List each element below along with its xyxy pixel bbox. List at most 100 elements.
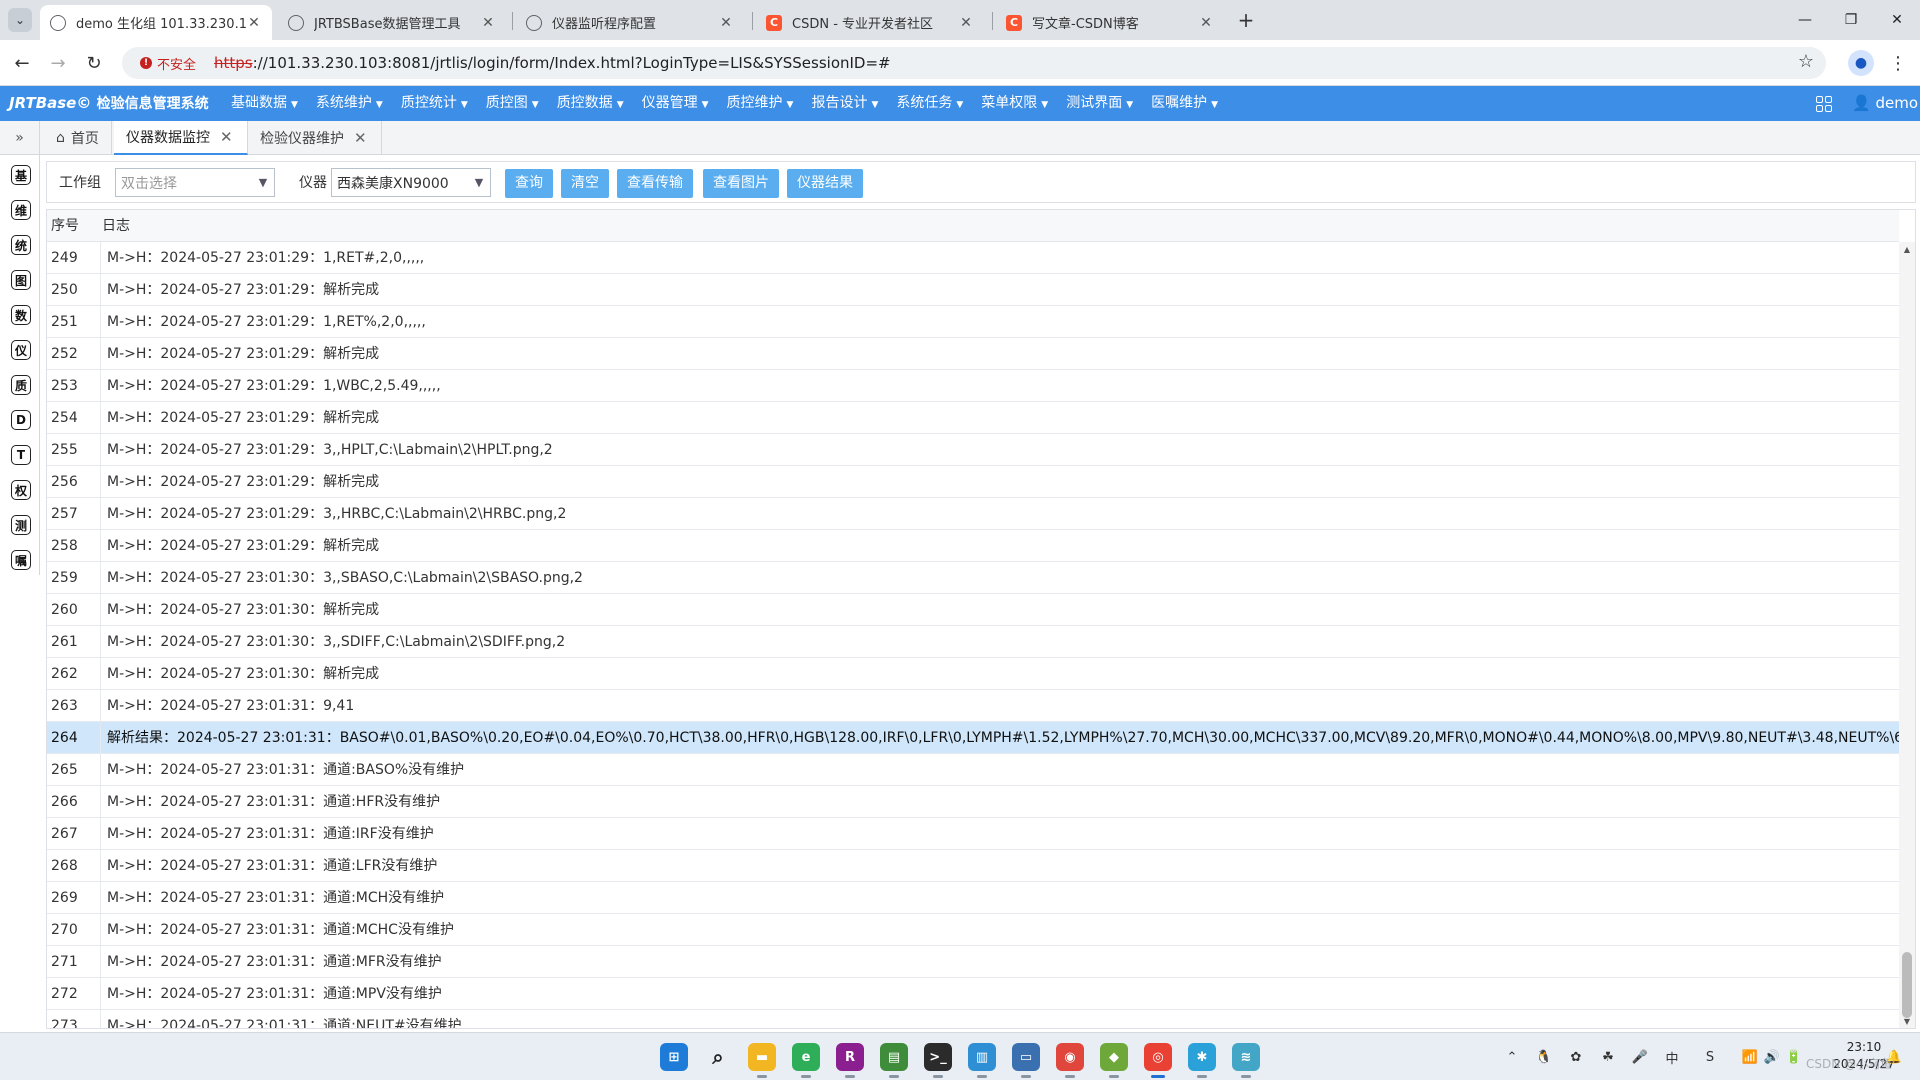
new-tab-button[interactable]: + — [1232, 6, 1260, 34]
rail-button-0[interactable]: 基 — [11, 165, 31, 185]
omnibox[interactable]: ! 不安全 https://101.33.230.103:8081/jrtlis… — [122, 47, 1826, 79]
rail-button-7[interactable]: D — [11, 410, 31, 430]
network-app-icon[interactable]: ≋ — [1232, 1043, 1260, 1078]
menu-item-7[interactable]: 报告设计 ▼ — [802, 86, 887, 121]
vscode-icon[interactable]: ✱ — [1188, 1043, 1216, 1078]
tab-instrument-maintenance[interactable]: 检验仪器维护 ✕ — [248, 121, 382, 155]
log-row[interactable]: 267 M->H：2024-05-27 23:01:31：通道:IRF没有维护 — [47, 818, 1899, 850]
bookmark-star-icon[interactable]: ☆ — [1798, 51, 1814, 72]
restore-button[interactable]: ❐ — [1828, 0, 1874, 40]
close-icon[interactable]: ✕ — [220, 128, 233, 146]
back-button[interactable]: ← — [10, 51, 34, 75]
log-row[interactable]: 271 M->H：2024-05-27 23:01:31：通道:MFR没有维护 — [47, 946, 1899, 978]
menu-item-4[interactable]: 质控数据 ▼ — [548, 86, 633, 121]
log-row[interactable]: 249 M->H：2024-05-27 23:01:29：1,RET#,2,0,,… — [47, 242, 1899, 274]
rail-button-4[interactable]: 数 — [11, 305, 31, 325]
instrument-select[interactable]: 西森美康XN9000 ▼ — [331, 168, 491, 197]
log-row[interactable]: 258 M->H：2024-05-27 23:01:29：解析完成 — [47, 530, 1899, 562]
browser-tab-jrtbsbase[interactable]: JRTBSBase数据管理工具 ✕ — [278, 5, 506, 40]
instrument-results-button[interactable]: 仪器结果 — [787, 169, 863, 198]
browser-tab-csdn[interactable]: C CSDN - 专业开发者社区 ✕ — [756, 5, 984, 40]
tray-app-icon[interactable]: ✿ — [1566, 1047, 1586, 1067]
log-row[interactable]: 262 M->H：2024-05-27 23:01:30：解析完成 — [47, 658, 1899, 690]
clear-button[interactable]: 清空 — [561, 169, 609, 198]
log-row[interactable]: 261 M->H：2024-05-27 23:01:30：3,,SDIFF,C:\… — [47, 626, 1899, 658]
log-row[interactable]: 264 解析结果：2024-05-27 23:01:31：BASO#\0.01,B… — [47, 722, 1899, 754]
log-row[interactable]: 251 M->H：2024-05-27 23:01:29：1,RET%,2,0,,… — [47, 306, 1899, 338]
log-row[interactable]: 263 M->H：2024-05-27 23:01:31：9,41 — [47, 690, 1899, 722]
user-menu[interactable]: 👤 demo — [1852, 86, 1918, 121]
log-row[interactable]: 255 M->H：2024-05-27 23:01:29：3,,HPLT,C:\L… — [47, 434, 1899, 466]
volume-icon[interactable]: 🔊 — [1762, 1047, 1782, 1067]
security-chip[interactable]: ! 不安全 — [132, 51, 204, 75]
log-row[interactable]: 253 M->H：2024-05-27 23:01:29：1,WBC,2,5.49… — [47, 370, 1899, 402]
log-row[interactable]: 252 M->H：2024-05-27 23:01:29：解析完成 — [47, 338, 1899, 370]
query-button[interactable]: 查询 — [505, 169, 553, 198]
edge-icon[interactable]: e — [792, 1043, 820, 1078]
battery-icon[interactable]: 🔋 — [1784, 1047, 1804, 1067]
view-transmission-button[interactable]: 查看传输 — [617, 169, 693, 198]
close-icon[interactable]: ✕ — [958, 15, 974, 31]
tray-overflow-icon[interactable]: ⌃ — [1502, 1047, 1522, 1067]
browser-app-icon[interactable]: ◉ — [1056, 1043, 1084, 1078]
browser-tab-demo[interactable]: demo 生化组 101.33.230.103 ✕ — [40, 5, 272, 40]
rail-button-5[interactable]: 仪 — [11, 340, 31, 360]
log-row[interactable]: 265 M->H：2024-05-27 23:01:31：通道:BASO%没有维护 — [47, 754, 1899, 786]
menu-item-9[interactable]: 菜单权限 ▼ — [972, 86, 1057, 121]
browser-menu-icon[interactable]: ⋮ — [1888, 50, 1908, 76]
menu-item-1[interactable]: 系统维护 ▼ — [307, 86, 392, 121]
terminal-icon[interactable]: >_ — [924, 1043, 952, 1078]
menu-item-0[interactable]: 基础数据 ▼ — [222, 86, 307, 121]
rail-button-11[interactable]: 嘱 — [11, 550, 31, 570]
rail-button-1[interactable]: 维 — [11, 200, 31, 220]
menu-item-11[interactable]: 医嘱维护 ▼ — [1142, 86, 1227, 121]
scroll-thumb[interactable] — [1902, 952, 1912, 1018]
url-text[interactable]: https://101.33.230.103:8081/jrtlis/login… — [214, 54, 891, 72]
server-app-icon[interactable]: ▥ — [968, 1043, 996, 1078]
log-row[interactable]: 259 M->H：2024-05-27 23:01:30：3,,SBASO,C:\… — [47, 562, 1899, 594]
log-row[interactable]: 273 M->H：2024-05-27 23:01:31：通道:NEUT#没有维护 — [47, 1010, 1899, 1028]
vertical-scrollbar[interactable]: ▲ ▼ — [1899, 242, 1915, 1028]
rail-button-2[interactable]: 统 — [11, 235, 31, 255]
log-row[interactable]: 250 M->H：2024-05-27 23:01:29：解析完成 — [47, 274, 1899, 306]
close-icon[interactable]: ✕ — [354, 129, 367, 147]
chevron-down-icon[interactable]: ▼ — [252, 176, 274, 189]
rail-button-8[interactable]: T — [11, 445, 31, 465]
tab-search-dropdown[interactable]: ⌄ — [8, 8, 32, 32]
close-icon[interactable]: ✕ — [718, 15, 734, 31]
search-icon[interactable]: ⌕ — [704, 1043, 732, 1071]
menu-item-2[interactable]: 质控统计 ▼ — [392, 86, 477, 121]
tab-home[interactable]: ⌂ 首页 — [44, 121, 112, 155]
tray-sogou-icon[interactable]: S — [1700, 1047, 1720, 1067]
ime-icon[interactable]: 中 — [1662, 1047, 1682, 1067]
remote-desktop-icon[interactable]: ▭ — [1012, 1043, 1040, 1078]
close-window-button[interactable]: ✕ — [1874, 0, 1920, 40]
rail-button-10[interactable]: 测 — [11, 515, 31, 535]
rail-button-6[interactable]: 质 — [11, 375, 31, 395]
chart-app-icon[interactable]: ▤ — [880, 1043, 908, 1078]
microphone-icon[interactable]: 🎤 — [1630, 1047, 1650, 1067]
log-row[interactable]: 257 M->H：2024-05-27 23:01:29：3,,HRBC,C:\L… — [47, 498, 1899, 530]
log-row[interactable]: 272 M->H：2024-05-27 23:01:31：通道:MPV没有维护 — [47, 978, 1899, 1010]
menu-item-10[interactable]: 测试界面 ▼ — [1057, 86, 1142, 121]
tab-instrument-monitor[interactable]: 仪器数据监控 ✕ — [114, 121, 248, 155]
menu-item-3[interactable]: 质控图 ▼ — [477, 86, 548, 121]
log-row[interactable]: 269 M->H：2024-05-27 23:01:31：通道:MCH没有维护 — [47, 882, 1899, 914]
log-row[interactable]: 266 M->H：2024-05-27 23:01:31：通道:HFR没有维护 — [47, 786, 1899, 818]
apps-grid-icon[interactable] — [1816, 96, 1832, 112]
scroll-up-icon[interactable]: ▲ — [1899, 242, 1915, 258]
game-app-icon[interactable]: ◆ — [1100, 1043, 1128, 1078]
workgroup-select[interactable]: 双击选择 ▼ — [115, 168, 275, 197]
forward-button[interactable]: → — [46, 51, 70, 75]
start-icon[interactable]: ⊞ — [660, 1043, 688, 1071]
menu-item-6[interactable]: 质控维护 ▼ — [718, 86, 803, 121]
minimize-button[interactable]: — — [1782, 0, 1828, 40]
scroll-down-icon[interactable]: ▼ — [1899, 1014, 1915, 1028]
column-header-log[interactable]: 日志 — [102, 210, 130, 242]
log-row[interactable]: 260 M->H：2024-05-27 23:01:30：解析完成 — [47, 594, 1899, 626]
view-images-button[interactable]: 查看图片 — [703, 169, 779, 198]
close-icon[interactable]: ✕ — [246, 15, 262, 31]
chrome-icon[interactable]: ◎ — [1144, 1043, 1172, 1078]
file-explorer-icon[interactable]: ▬ — [748, 1043, 776, 1078]
collapse-sidebar-icon[interactable]: » — [0, 121, 40, 155]
